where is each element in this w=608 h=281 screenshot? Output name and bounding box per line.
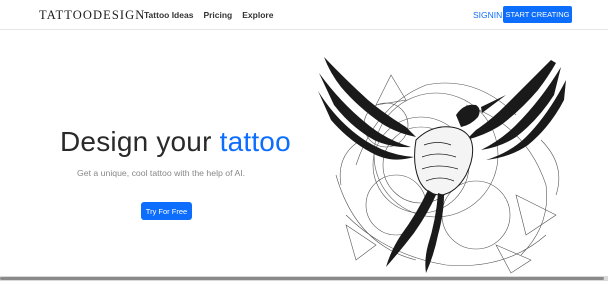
nav-link-pricing[interactable]: Pricing: [203, 10, 232, 20]
signin-link[interactable]: SIGNIN: [473, 10, 502, 20]
try-for-free-button[interactable]: Try For Free: [141, 202, 192, 220]
start-creating-button[interactable]: START CREATING: [503, 6, 572, 23]
hummingbird-tattoo-image: [318, 57, 566, 274]
hero-title: Design your tattoo: [60, 126, 291, 158]
nav-link-explore[interactable]: Explore: [242, 10, 273, 20]
brand-logo[interactable]: TATTOODESIGN: [39, 8, 145, 23]
hero-title-accent: tattoo: [219, 126, 291, 157]
nav-links: Tattoo Ideas Pricing Explore: [144, 10, 273, 20]
hero-subtitle: Get a unique, cool tattoo with the help …: [77, 168, 246, 178]
top-navbar: TATTOODESIGN Tattoo Ideas Pricing Explor…: [0, 0, 608, 30]
horizontal-scrollbar-thumb[interactable]: [0, 277, 604, 280]
nav-link-tattoo-ideas[interactable]: Tattoo Ideas: [144, 10, 193, 20]
hero-title-text: Design your: [60, 126, 220, 157]
